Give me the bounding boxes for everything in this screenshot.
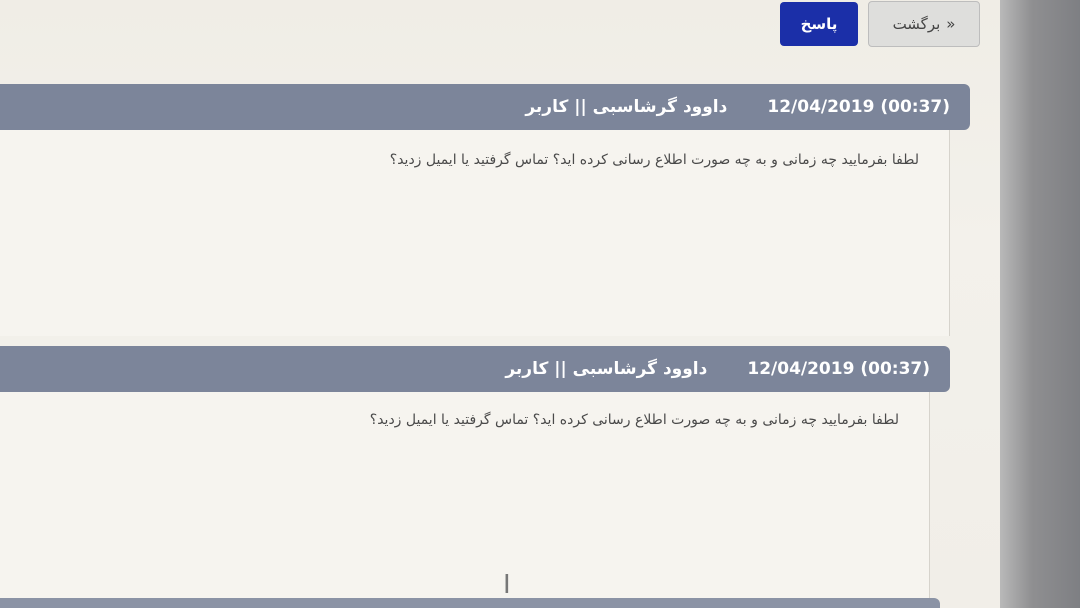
message-header: داوود گرشاسبی || کاربر 12/04/2019 (00:37… [0,346,950,392]
message-date: 12/04/2019 (00:37) [747,359,930,379]
back-button-label: برگشت [892,15,941,33]
screen-bezel [1000,0,1080,608]
message-text: لطفا بفرمایید چه زمانی و به چه صورت اطلا… [369,412,899,428]
back-button[interactable]: « برگشت [868,1,980,47]
message-body: لطفا بفرمایید چه زمانی و به چه صورت اطلا… [0,392,930,598]
message-author: داوود گرشاسبی || کاربر [525,97,728,117]
reply-button-label: پاسخ [800,15,838,33]
message-header: داوود گرشاسبی || کاربر 12/04/2019 (00:37… [0,84,970,130]
message-body: لطفا بفرمایید چه زمانی و به چه صورت اطلا… [0,130,950,336]
message-author: داوود گرشاسبی || کاربر [505,359,708,379]
message-date: 12/04/2019 (00:37) [767,97,950,117]
back-icon: « [946,15,956,33]
text-cursor-icon: I [503,570,511,600]
message-text: لطفا بفرمایید چه زمانی و به چه صورت اطلا… [389,152,919,168]
next-message-header [0,598,940,608]
toolbar: پاسخ « برگشت [780,0,980,48]
reply-button[interactable]: پاسخ [780,2,858,46]
